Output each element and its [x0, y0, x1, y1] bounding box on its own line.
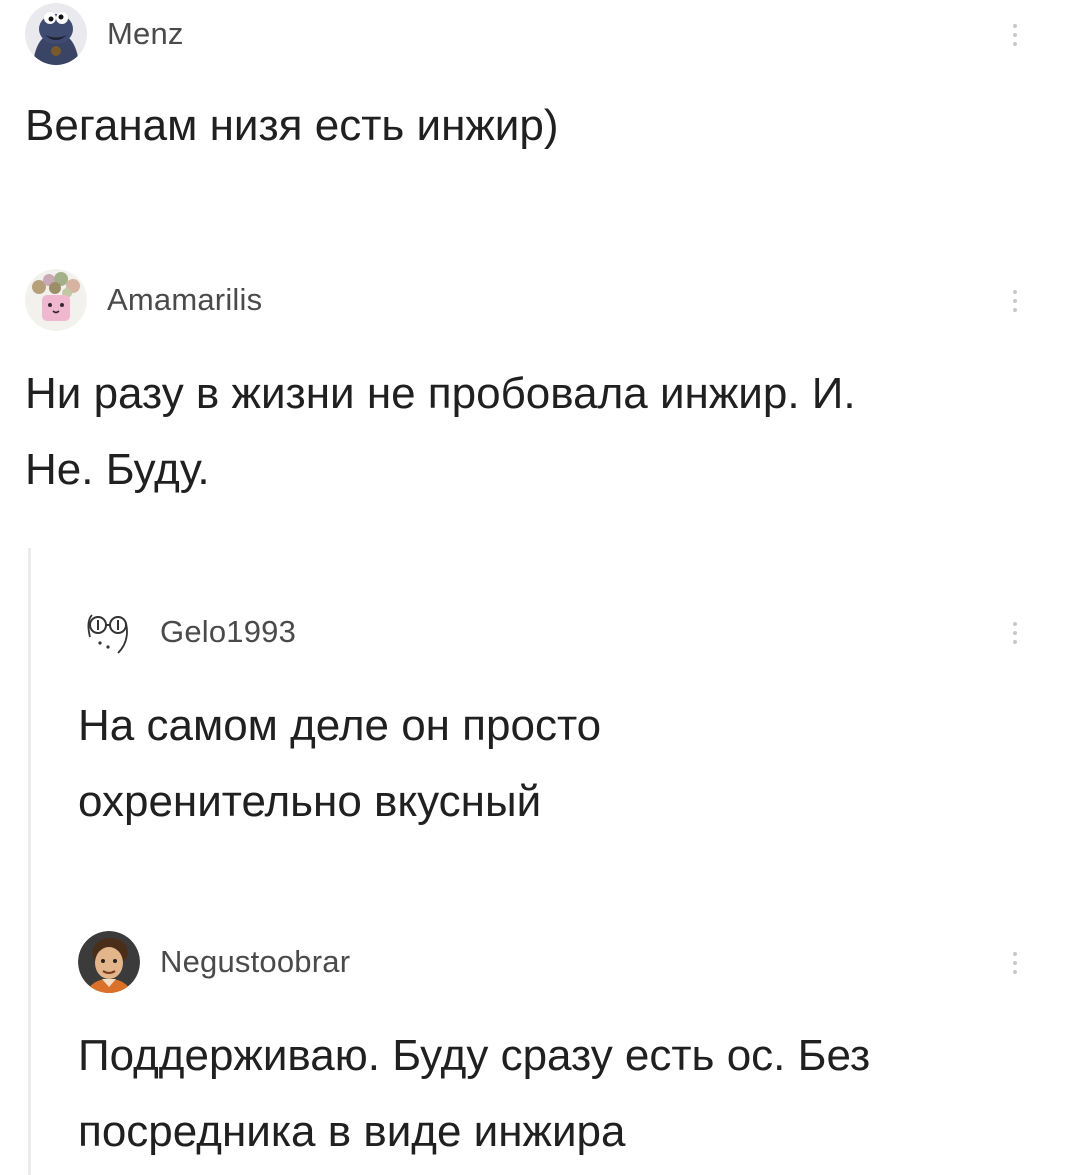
comment-header: Negustoobrar	[78, 930, 1025, 994]
more-options-vertical-ellipsis-icon[interactable]	[1005, 281, 1025, 321]
comment-text: На самом деле он просто охренительно вку…	[78, 701, 602, 826]
comment: Amamarilis Ни разу в жизни не пробовала …	[25, 268, 1025, 508]
comment-header: Menz	[25, 2, 1025, 66]
comment-username[interactable]: Gelo1993	[160, 614, 296, 650]
flower-cup-avatar-icon[interactable]	[25, 269, 87, 331]
cookie-monster-avatar-icon[interactable]	[25, 3, 87, 65]
more-options-vertical-ellipsis-icon[interactable]	[1005, 15, 1025, 55]
comment-text: Веганам низя есть инжир)	[25, 101, 559, 150]
comment-username[interactable]: Negustoobrar	[160, 944, 350, 980]
reply-thread-line	[28, 548, 31, 1175]
comment-username[interactable]: Menz	[107, 16, 184, 52]
comment-text: Ни разу в жизни не пробовала инжир. И. Н…	[25, 369, 856, 494]
comment-header: Gelo1993	[78, 600, 1025, 664]
more-options-vertical-ellipsis-icon[interactable]	[1005, 613, 1025, 653]
reply-comment: Gelo1993 На самом деле он просто охренит…	[78, 600, 1025, 840]
comment-thread: Menz Веганам низя есть инжир) Amamarilis…	[0, 0, 1080, 1175]
reply-comment: Negustoobrar Поддерживаю. Буду сразу ест…	[78, 930, 1025, 1170]
comment-text: Поддерживаю. Буду сразу есть ос. Без пос…	[78, 1031, 871, 1156]
glasses-face-avatar-icon[interactable]	[78, 601, 140, 663]
more-options-vertical-ellipsis-icon[interactable]	[1005, 943, 1025, 983]
comment: Menz Веганам низя есть инжир)	[25, 2, 1025, 156]
cartoon-man-avatar-icon[interactable]	[78, 931, 140, 993]
comment-header: Amamarilis	[25, 268, 1025, 332]
comment-username[interactable]: Amamarilis	[107, 282, 262, 318]
